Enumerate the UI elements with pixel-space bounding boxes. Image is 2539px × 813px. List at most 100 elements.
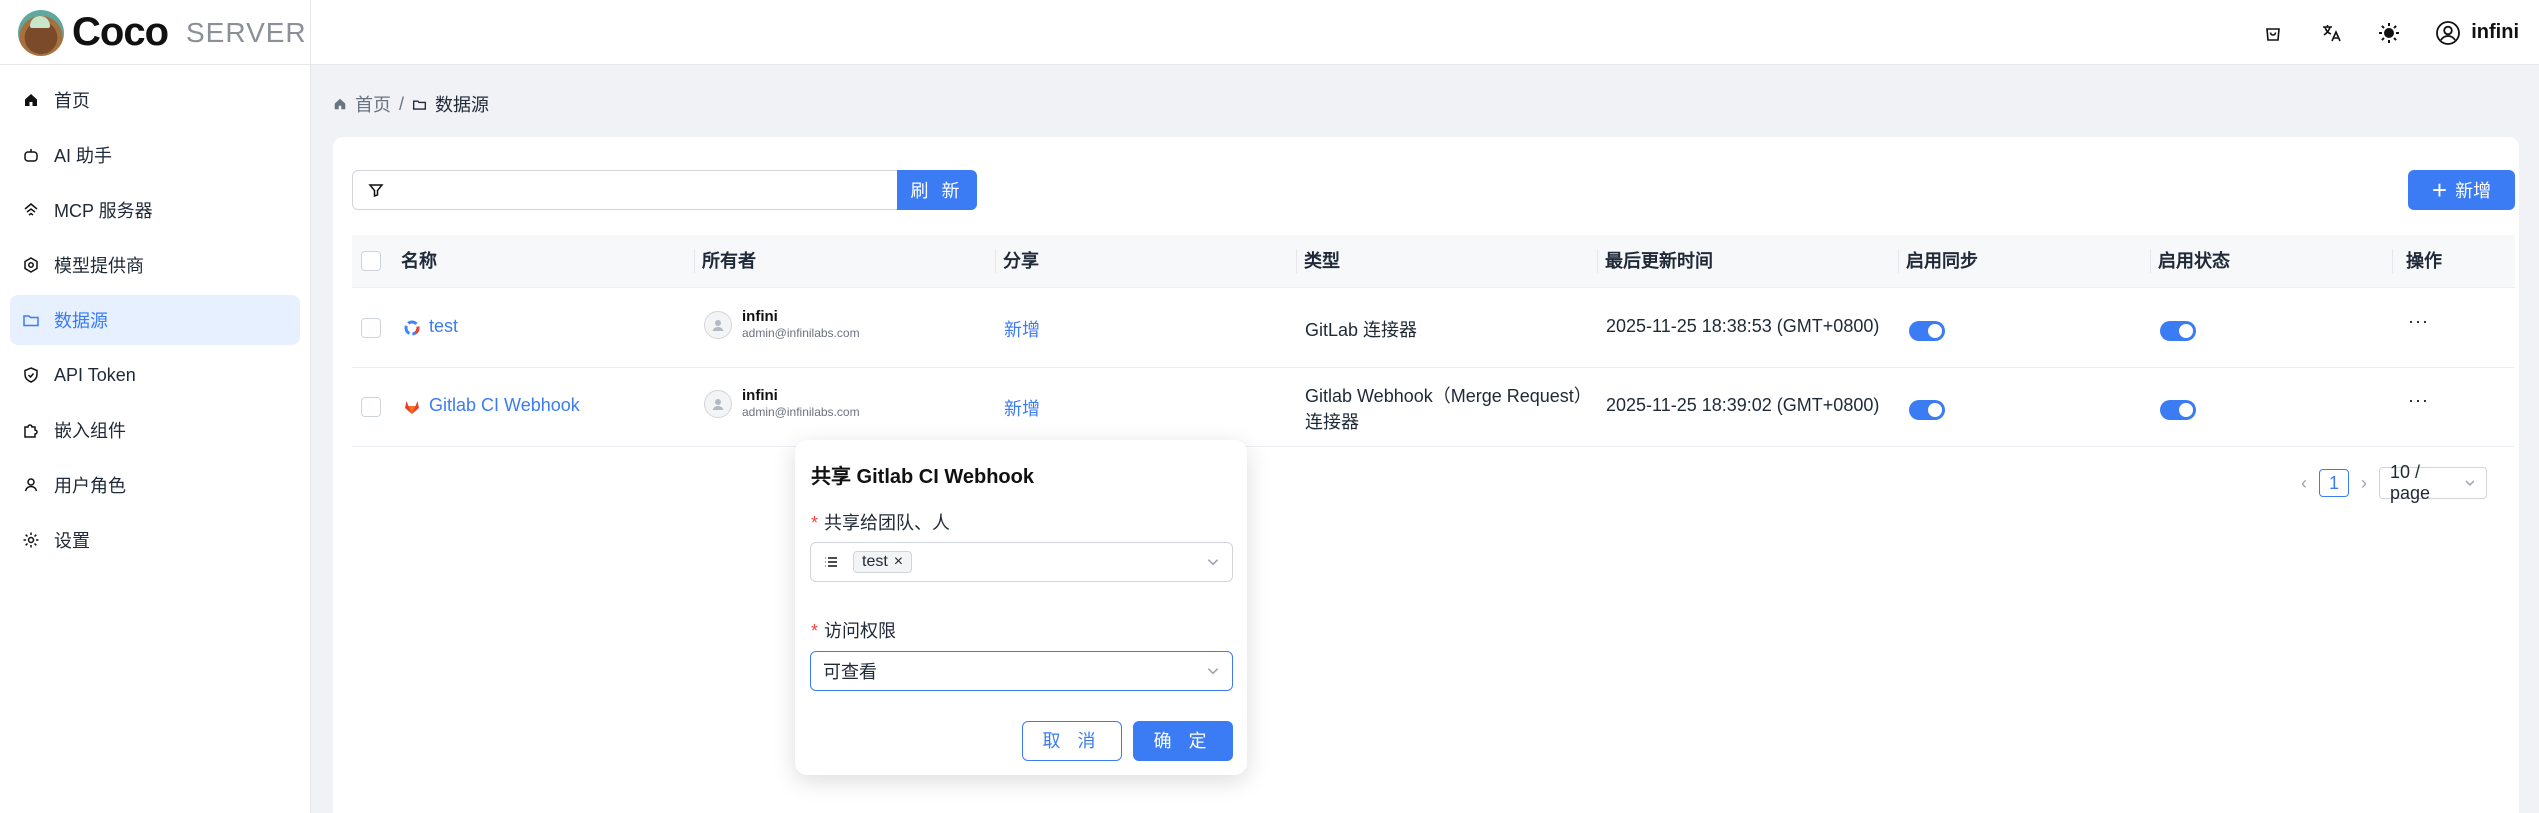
sidebar-item-label: MCP 服务器 <box>54 201 153 221</box>
share-add-link[interactable]: 新增 <box>1004 395 1040 421</box>
more-actions-icon[interactable]: ··· <box>2408 311 2429 332</box>
list-icon <box>825 557 837 567</box>
owner-cell: infini admin@infinilabs.com <box>704 309 860 341</box>
permission-value: 可查看 <box>823 662 877 682</box>
refresh-button[interactable]: 刷 新 <box>897 170 977 210</box>
data-source-name-link[interactable]: Gitlab CI Webhook <box>429 395 580 416</box>
filter-button[interactable] <box>352 170 399 210</box>
share-to-select[interactable]: test × <box>810 542 1233 582</box>
breadcrumb-home[interactable]: 首页 <box>355 91 391 117</box>
tag-label: test <box>862 553 888 570</box>
sync-toggle[interactable] <box>1909 321 1945 341</box>
column-separator <box>2150 249 2151 273</box>
breadcrumb-separator: / <box>399 93 405 114</box>
type-text-line1: Gitlab Webhook（Merge Request） <box>1305 386 1592 406</box>
page-size-select[interactable]: 10 / page <box>2379 462 2487 503</box>
column-header-share[interactable]: 分享 <box>1003 235 1039 288</box>
required-marker: * <box>811 621 819 641</box>
shopping-bag-icon[interactable] <box>2261 21 2285 45</box>
translate-icon[interactable] <box>2319 21 2343 45</box>
column-header-updated[interactable]: 最后更新时间 <box>1605 235 1713 288</box>
breadcrumb: 首页 / 数据源 <box>333 91 489 117</box>
owner-name: infini <box>742 308 778 325</box>
status-toggle[interactable] <box>2160 321 2196 341</box>
gitlab-connector-icon <box>404 320 420 336</box>
gear-icon <box>22 531 40 549</box>
permission-select[interactable]: 可查看 <box>810 651 1233 691</box>
prev-page-icon[interactable]: ‹ <box>2301 473 2307 494</box>
data-source-card: 刷 新 + 新增 名称 所有者 分享 类型 最后更新时间 启用同步 启用状态 操… <box>333 137 2519 813</box>
sidebar-item-settings[interactable]: 设置 <box>10 515 300 565</box>
share-add-link[interactable]: 新增 <box>1004 316 1040 342</box>
more-actions-icon[interactable]: ··· <box>2408 390 2429 411</box>
permission-label: * 访问权限 <box>811 617 896 643</box>
cancel-button[interactable]: 取 消 <box>1022 721 1122 761</box>
puzzle-icon <box>22 421 40 439</box>
next-page-icon[interactable]: › <box>2361 473 2367 494</box>
sidebar-item-ai-assistant[interactable]: AI 助手 <box>10 130 300 180</box>
column-header-status[interactable]: 启用状态 <box>2158 235 2230 288</box>
username: infini <box>2471 21 2519 43</box>
chevron-down-icon <box>2465 480 2475 487</box>
sidebar-item-embed[interactable]: 嵌入组件 <box>10 405 300 455</box>
popover-title: 共享 Gitlab CI Webhook <box>811 466 1034 488</box>
user-icon <box>22 476 40 494</box>
user-menu[interactable]: infini <box>2435 20 2519 46</box>
column-header-sync[interactable]: 启用同步 <box>1906 235 1978 288</box>
owner-name: infini <box>742 387 778 404</box>
sidebar-item-label: 模型提供商 <box>54 256 144 276</box>
sidebar-item-label: API Token <box>54 364 136 385</box>
sidebar-item-mcp[interactable]: MCP 服务器 <box>10 185 300 235</box>
sync-toggle[interactable] <box>1909 400 1945 420</box>
sidebar-item-label: 数据源 <box>54 311 108 331</box>
user-circle-icon <box>2436 20 2461 45</box>
model-icon <box>22 256 40 274</box>
folder-icon <box>413 100 427 110</box>
column-header-owner[interactable]: 所有者 <box>702 235 756 288</box>
add-button-label: 新增 <box>2455 181 2492 201</box>
owner-email: admin@infinilabs.com <box>742 405 860 419</box>
share-to-label-text: 共享给团队、人 <box>824 513 951 533</box>
top-header: Coco SERVER infini <box>0 0 2539 65</box>
sidebar-item-label: 首页 <box>54 91 90 111</box>
search-input[interactable] <box>398 170 902 210</box>
sidebar-item-home[interactable]: 首页 <box>10 75 300 125</box>
sidebar-item-data-source[interactable]: 数据源 <box>10 295 300 345</box>
pagination: ‹ 1 › 10 / page <box>2301 462 2487 503</box>
gitlab-fox-icon <box>405 401 419 414</box>
data-source-name-link[interactable]: test <box>429 316 458 337</box>
page-number[interactable]: 1 <box>2319 469 2349 497</box>
tag-close-icon[interactable]: × <box>894 553 903 571</box>
permission-label-text: 访问权限 <box>824 621 897 641</box>
sun-icon[interactable] <box>2377 21 2401 45</box>
sidebar: 首页 AI 助手 MCP 服务器 模型提供商 数据源 API Token 嵌入组… <box>0 65 311 813</box>
home-icon <box>22 91 40 109</box>
add-data-source-button[interactable]: + 新增 <box>2408 170 2515 210</box>
sidebar-item-user-roles[interactable]: 用户角色 <box>10 460 300 510</box>
updated-time: 2025-11-25 18:39:02 (GMT+0800) <box>1606 395 1880 415</box>
sidebar-item-label: 嵌入组件 <box>54 421 126 441</box>
sidebar-item-api-token[interactable]: API Token <box>10 350 300 400</box>
row-checkbox[interactable] <box>361 318 381 338</box>
plus-icon: + <box>2431 175 2448 205</box>
column-header-actions: 操作 <box>2406 251 2442 271</box>
column-header-type[interactable]: 类型 <box>1304 235 1340 288</box>
type-text-line2: 连接器 <box>1305 412 1359 432</box>
filter-icon <box>367 184 384 198</box>
brand[interactable]: Coco SERVER <box>0 0 311 65</box>
avatar <box>704 311 732 339</box>
status-toggle[interactable] <box>2160 400 2196 420</box>
row-checkbox[interactable] <box>361 397 381 417</box>
header-actions: infini <box>2261 0 2519 65</box>
mcp-icon <box>22 201 40 219</box>
column-separator <box>1898 249 1899 273</box>
sidebar-item-model-provider[interactable]: 模型提供商 <box>10 240 300 290</box>
required-marker: * <box>811 513 819 533</box>
updated-time: 2025-11-25 18:38:53 (GMT+0800) <box>1606 316 1880 336</box>
select-all-checkbox[interactable] <box>361 251 381 271</box>
confirm-button[interactable]: 确 定 <box>1133 721 1233 761</box>
column-header-name[interactable]: 名称 <box>401 235 437 288</box>
robot-icon <box>22 146 40 164</box>
owner-email: admin@infinilabs.com <box>742 326 860 340</box>
share-to-label: * 共享给团队、人 <box>811 509 950 535</box>
